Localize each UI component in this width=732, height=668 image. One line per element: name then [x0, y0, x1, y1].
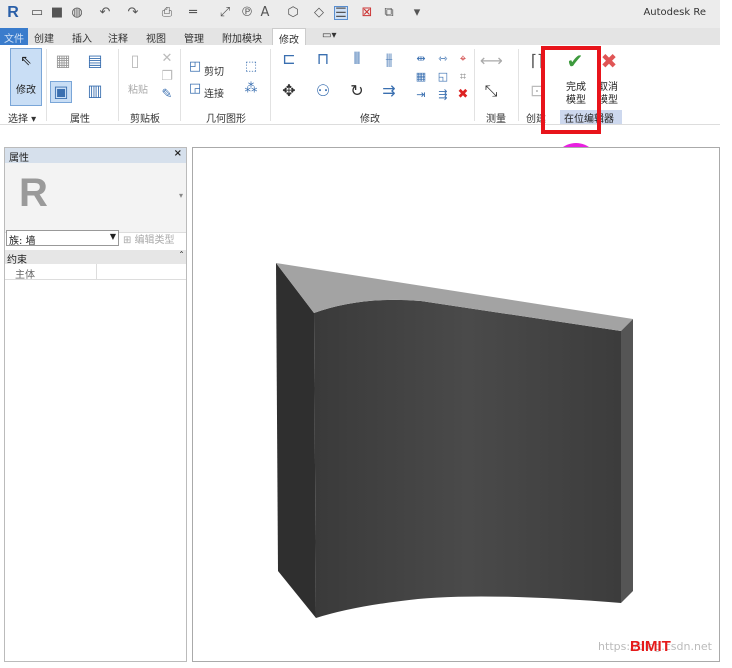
tab-modify[interactable]: 修改 — [272, 28, 306, 46]
align-icon[interactable]: ⊏ — [278, 49, 300, 71]
modify-group-label: 修改 — [360, 114, 380, 125]
chevron-down-icon[interactable]: ▾ — [179, 191, 183, 200]
trim-icon[interactable]: ⇉ — [378, 81, 400, 103]
geometry-group-label: 几何图形 — [206, 114, 246, 125]
tab-file[interactable]: 文件 — [0, 28, 28, 45]
print-icon[interactable]: ⎙ — [160, 6, 174, 20]
switch-windows-icon[interactable]: ⧉ — [382, 6, 396, 20]
tab-create[interactable]: 创建 — [34, 30, 54, 45]
type-selector[interactable]: R ▾ — [5, 163, 186, 233]
wall-model — [276, 263, 633, 618]
tab-insert[interactable]: 插入 — [72, 30, 92, 45]
3d-view-icon[interactable]: ⬡ — [286, 6, 300, 20]
measure-between-icon[interactable]: ⟷ — [480, 51, 503, 73]
redo-icon[interactable]: ↷ — [126, 6, 140, 20]
edit-type-button[interactable]: ⊞ 编辑类型 — [123, 231, 175, 246]
modify-label: 修改 — [16, 85, 36, 96]
constraints-section[interactable]: 约束 ˆ — [5, 250, 186, 266]
properties-group-label: 属性 — [70, 114, 90, 125]
open-icon[interactable]: ▭ — [30, 6, 44, 20]
viewport-3d[interactable] — [192, 147, 720, 662]
tab-view[interactable]: 视图 — [146, 30, 166, 45]
properties-header: 属性 × — [5, 148, 186, 164]
family-category-icon[interactable]: ▤ — [84, 51, 106, 73]
trim-multiple-icon[interactable]: ⇶ — [432, 85, 454, 107]
family-types-icon[interactable]: ▥ — [84, 81, 106, 103]
ribbon: ⇖ 修改 选择 ▾ ▦ ▤ ▣ ▥ 属性 ▯ 粘贴 ✕ ❐ ✎ 剪贴板 ◰ 剪切… — [0, 45, 720, 125]
dimension-icon[interactable]: ⤢ — [218, 6, 232, 20]
close-icon[interactable]: × — [174, 148, 182, 159]
delete-icon[interactable]: ✖ — [452, 85, 474, 107]
thin-lines-icon[interactable]: ☰ — [334, 6, 348, 21]
measure-icon[interactable]: ═ — [186, 6, 200, 20]
cut-button[interactable]: 剪切 — [204, 63, 224, 78]
family-preview-icon: R — [19, 171, 48, 215]
sync-icon[interactable]: ◍ — [70, 6, 84, 20]
tab-annotate[interactable]: 注释 — [108, 30, 128, 45]
wall-joins-icon[interactable]: ⬚ — [240, 57, 262, 79]
close-hidden-icon[interactable]: ⊠ — [360, 6, 374, 20]
section-icon[interactable]: ◇ — [312, 6, 326, 20]
undo-icon[interactable]: ↶ — [98, 6, 112, 20]
wall-right-face — [621, 319, 633, 603]
host-row: 主体 — [5, 264, 186, 281]
cut-geometry-icon[interactable]: ◰ — [184, 57, 206, 79]
type-properties-icon[interactable]: ▦ — [52, 51, 74, 73]
move-icon[interactable]: ✥ — [278, 81, 300, 103]
window-title: Autodesk Re — [643, 7, 706, 18]
cursor-icon: ⇖ — [20, 53, 32, 69]
tab-manage[interactable]: 管理 — [184, 30, 204, 45]
split-face-icon[interactable]: ⁂ — [240, 79, 262, 101]
modify-button[interactable]: ⇖ 修改 — [10, 48, 42, 106]
tab-addins[interactable]: 附加模块 — [222, 30, 262, 45]
measure-group-label: 测量 — [486, 114, 506, 125]
mirror-draw-icon[interactable]: ⫵ — [378, 49, 400, 71]
chevron-down-icon: ▼ — [109, 232, 116, 241]
paste-icon[interactable]: ▯ — [124, 51, 146, 73]
family-dropdown[interactable]: 族: 墙 ▼ — [6, 230, 119, 247]
properties-panel: 属性 × R ▾ 族: 墙 ▼ ⊞ 编辑类型 约束 ˆ 主体 — [4, 147, 187, 662]
properties-icon[interactable]: ▣ — [50, 81, 72, 103]
trim-single-icon[interactable]: ⇥ — [410, 85, 432, 107]
rotate-icon[interactable]: ↻ — [346, 81, 368, 103]
customize-icon[interactable]: ▾ — [410, 6, 424, 20]
tag-icon[interactable]: ℗ — [240, 6, 254, 20]
mirror-axis-icon[interactable]: ⫴ — [346, 49, 368, 71]
app-logo[interactable]: R — [6, 5, 20, 21]
join-button[interactable]: 连接 — [204, 85, 224, 100]
match-properties-icon[interactable]: ✎ — [156, 85, 178, 107]
cancel-x-icon[interactable]: ✖ — [598, 51, 620, 73]
highlight-box — [541, 46, 601, 134]
select-dropdown[interactable]: 选择 ▾ — [8, 110, 36, 125]
save-icon[interactable]: ■ — [50, 6, 64, 20]
join-geometry-icon[interactable]: ◲ — [184, 79, 206, 101]
wall-front-face — [314, 299, 621, 618]
ribbon-tabs: 文件 创建 插入 注释 视图 管理 附加模块 修改 ▭▾ — [0, 28, 720, 46]
paste-label: 粘贴 — [128, 85, 148, 96]
cancel-model-button[interactable]: 取消 模型 — [598, 81, 620, 107]
tab-context-dropdown[interactable]: ▭▾ — [322, 30, 336, 41]
collapse-icon: ˆ — [179, 251, 184, 262]
text-icon[interactable]: A — [258, 6, 272, 20]
clipboard-group-label: 剪贴板 — [130, 114, 160, 125]
watermark-logo: BIMIT — [630, 638, 671, 655]
offset-icon[interactable]: ⊓ — [312, 49, 334, 71]
quick-access-toolbar: R ▭ ■ ◍ ↶ ↷ ⎙ ═ ⤢ ℗ A ⬡ ◇ ☰ ⊠ ⧉ ▾ Autode… — [0, 0, 720, 28]
measure-along-icon[interactable]: ⤡ — [480, 81, 502, 103]
copy-element-icon[interactable]: ⚇ — [312, 81, 334, 103]
wall-left-face — [276, 263, 316, 618]
